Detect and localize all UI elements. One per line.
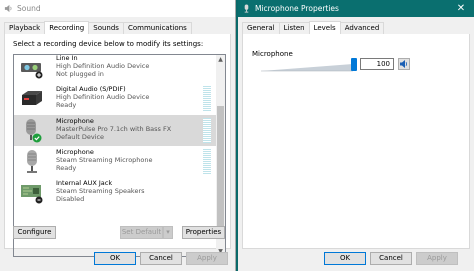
sound-title-bar[interactable]: Sound — [0, 0, 235, 17]
device-status: Disabled — [56, 195, 85, 203]
device-status: Default Device — [56, 133, 105, 141]
mic-window-title: Microphone Properties — [255, 4, 339, 13]
device-name: Line In — [56, 54, 78, 62]
tab-general[interactable]: General — [242, 22, 280, 34]
tab-recording[interactable]: Recording — [44, 21, 90, 34]
scroll-thumb[interactable] — [217, 106, 224, 233]
list-item-digital-audio[interactable]: Digital Audio (S/PDIF) High Definition A… — [14, 83, 216, 114]
device-name: Digital Audio (S/PDIF) — [56, 85, 126, 93]
sound-ok-button[interactable]: OK — [94, 252, 136, 265]
tab-sounds[interactable]: Sounds — [88, 22, 124, 34]
close-icon[interactable]: ✕ — [448, 0, 474, 17]
level-value-input[interactable]: 100 — [360, 58, 394, 70]
microphone-properties-window: Microphone Properties ✕ General Listen L… — [236, 0, 474, 271]
sound-window-title: Sound — [17, 4, 41, 13]
chevron-down-icon: ▾ — [166, 228, 170, 236]
device-status: Not plugged in — [56, 70, 104, 78]
list-item-internal-aux[interactable]: Internal AUX Jack Steam Streaming Speake… — [14, 177, 216, 208]
line-in-jack-icon — [21, 63, 43, 79]
scroll-up-icon[interactable]: ▲ — [216, 55, 225, 64]
spdif-box-icon — [22, 91, 42, 105]
levels-panel: Microphone 100 — [242, 34, 470, 249]
tab-communications[interactable]: Communications — [122, 22, 192, 34]
properties-button[interactable]: Properties — [182, 226, 225, 239]
sound-window: Sound Playback Recording Sounds Communic… — [0, 0, 236, 271]
device-text: Microphone Steam Streaming Microphone Re… — [56, 148, 153, 172]
list-item-microphone-steam[interactable]: Microphone Steam Streaming Microphone Re… — [14, 146, 216, 177]
device-text: Internal AUX Jack Steam Streaming Speake… — [56, 179, 145, 203]
list-item-microphone-default[interactable]: Microphone MasterPulse Pro 7.1ch with Ba… — [14, 115, 216, 146]
device-text: Digital Audio (S/PDIF) High Definition A… — [56, 85, 149, 109]
set-default-dropdown[interactable]: ▾ — [163, 226, 173, 239]
level-slider-track[interactable] — [261, 63, 353, 72]
aux-board-icon — [21, 185, 43, 204]
microphone-icon — [244, 4, 249, 13]
device-description: High Definition Audio Device — [56, 93, 150, 101]
device-name: Microphone — [56, 148, 94, 156]
mic-apply-button[interactable]: Apply — [416, 252, 458, 265]
set-default-button[interactable]: Set Default — [120, 226, 163, 239]
sound-cancel-button[interactable]: Cancel — [140, 252, 182, 265]
tab-listen[interactable]: Listen — [278, 22, 310, 34]
device-text: Microphone MasterPulse Pro 7.1ch with Ba… — [56, 117, 171, 141]
mic-cancel-button[interactable]: Cancel — [370, 252, 412, 265]
configure-button[interactable]: Configure — [13, 226, 56, 239]
tab-playback[interactable]: Playback — [4, 22, 46, 34]
device-name: Internal AUX Jack — [56, 179, 113, 187]
device-text: Line In High Definition Audio Device Not… — [56, 54, 150, 78]
level-slider-thumb[interactable] — [351, 58, 357, 71]
instruction-text: Select a recording device below to modif… — [13, 40, 204, 48]
sound-apply-button[interactable]: Apply — [186, 252, 228, 265]
device-description: MasterPulse Pro 7.1ch with Bass FX — [56, 125, 172, 133]
device-description: High Definition Audio Device — [56, 62, 150, 70]
level-meter — [203, 118, 211, 143]
microphone-level-label: Microphone — [252, 50, 293, 58]
device-status: Ready — [56, 164, 77, 172]
microphone-default-icon — [26, 119, 42, 143]
speaker-icon — [400, 60, 407, 68]
device-status: Ready — [56, 101, 77, 109]
device-name: Microphone — [56, 117, 94, 125]
device-description: Steam Streaming Speakers — [56, 187, 145, 195]
microphone-icon — [27, 150, 37, 173]
device-description: Steam Streaming Microphone — [56, 156, 153, 164]
level-meter — [203, 86, 211, 111]
recording-panel: Select a recording device below to modif… — [4, 34, 231, 257]
speaker-icon — [4, 4, 12, 13]
mic-title-bar[interactable]: Microphone Properties ✕ — [238, 0, 474, 17]
level-meter — [203, 149, 211, 174]
tab-advanced[interactable]: Advanced — [339, 22, 385, 34]
list-item-line-in[interactable]: Line In High Definition Audio Device Not… — [14, 54, 216, 83]
mic-ok-button[interactable]: OK — [324, 252, 366, 265]
mute-toggle-button[interactable] — [398, 58, 410, 70]
tab-levels[interactable]: Levels — [308, 21, 341, 34]
